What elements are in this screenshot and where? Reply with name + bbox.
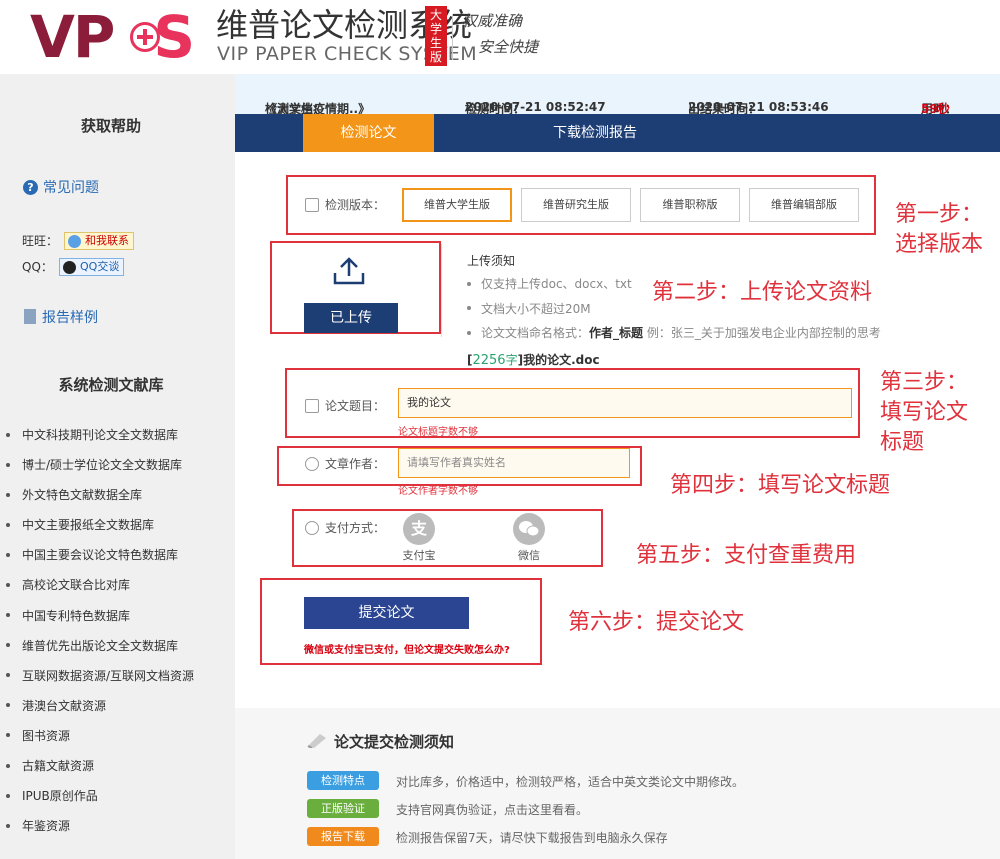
- user-icon: [305, 457, 319, 471]
- author-error: 论文作者字数不够: [398, 486, 478, 497]
- form-icon: [305, 399, 319, 413]
- database-item: 高校论文联合比对库: [6, 570, 231, 600]
- site-header: VP S 维普论文检测系统 VIP PAPER CHECK SYSTEM 大学生版…: [0, 0, 1000, 74]
- qq-label: QQ：: [22, 260, 53, 274]
- payment-failure-help-link[interactable]: 微信或支付宝已支付，但论文提交失败怎么办?: [304, 641, 510, 656]
- tag-authentic-text[interactable]: 支持官网真伪验证，点击这里看看。: [396, 801, 588, 818]
- database-item: 中国专利特色数据库: [6, 601, 231, 631]
- uploaded-file-info: [2256字]我的论文.doc: [467, 353, 600, 368]
- title-label: 论文题目：: [305, 397, 385, 414]
- alipay-icon: 支: [403, 513, 435, 545]
- edition-badge: 大学生版: [425, 6, 447, 66]
- alipay-label: 支付宝: [402, 549, 436, 562]
- report-sample-label: 报告样例: [42, 310, 98, 326]
- author-label: 文章作者：: [305, 455, 385, 472]
- wangwang-icon: [68, 235, 81, 248]
- annotation-box-step5: [292, 509, 603, 567]
- qq-button-label: QQ交谈: [80, 260, 120, 273]
- title-input[interactable]: 我的论文: [398, 388, 852, 418]
- logo-cross-icon: [130, 22, 160, 52]
- database-item: 年鉴资源: [6, 811, 231, 841]
- slogan-line-2: 安全快捷: [478, 38, 539, 56]
- version-option-undergrad[interactable]: 维普大学生版: [402, 188, 512, 222]
- step3-annotation: 第三步： 填写论文 标题: [880, 370, 969, 455]
- question-icon: ?: [23, 180, 38, 195]
- pen-icon: [307, 734, 326, 748]
- tab-download-report[interactable]: 下载检测报告: [540, 114, 650, 152]
- wechat-label: 微信: [518, 549, 540, 562]
- database-item: 图书资源: [6, 721, 231, 751]
- wangwang-button-label: 和我联系: [85, 234, 129, 247]
- wechat-option[interactable]: 微信: [508, 513, 550, 563]
- tab-check-paper[interactable]: 检测论文: [303, 114, 434, 152]
- alipay-option[interactable]: 支 支付宝: [398, 513, 440, 563]
- faq-label: 常见问题: [43, 180, 99, 196]
- database-item: 港澳台文献资源: [6, 691, 231, 721]
- qq-icon: [63, 261, 76, 274]
- submit-paper-button[interactable]: 提交论文: [304, 597, 469, 629]
- notice-item: 论文文档命名格式：作者_标题 例：张三_关于加强发电企业内部控制的思考: [467, 326, 881, 351]
- tag-download: 报告下载: [307, 827, 379, 846]
- help-title: 获取帮助: [80, 117, 141, 135]
- database-item: 互联网数据资源/互联网文档资源: [6, 661, 231, 691]
- step4-annotation: 第四步：填写论文标题: [670, 473, 891, 498]
- step6-annotation: 第六步：提交论文: [568, 610, 745, 635]
- author-input[interactable]: 请填写作者真实姓名: [398, 448, 630, 478]
- faq-link[interactable]: ? 常见问题: [23, 177, 99, 197]
- version-option-graduate[interactable]: 维普研究生版: [521, 188, 631, 222]
- version-label: 检测版本：: [305, 196, 385, 213]
- tag-download-text: 检测报告保留7天，请尽快下载报告到电脑永久保存: [396, 831, 668, 845]
- logo[interactable]: VP S: [30, 4, 195, 70]
- step1-annotation: 第一步： 选择版本: [895, 202, 984, 257]
- wangwang-contact-button[interactable]: 和我联系: [64, 232, 134, 250]
- wechat-icon: [513, 513, 545, 545]
- database-item: 中国主要会议论文特色数据库: [6, 540, 231, 570]
- step2-annotation: 第二步：上传论文资料: [652, 280, 873, 305]
- database-title: 系统检测文献库: [58, 376, 164, 394]
- database-item: 外文特色文献数据全库: [6, 480, 231, 510]
- tag-authentic: 正版验证: [307, 799, 379, 818]
- title-error: 论文标题字数不够: [398, 427, 478, 438]
- database-list: 中文科技期刊论文全文数据库 博士/硕士学位论文全文数据库 外文特色文献数据全库 …: [6, 420, 231, 841]
- database-item: IPUB原创作品: [6, 781, 231, 811]
- database-item: 中文科技期刊论文全文数据库: [6, 420, 231, 450]
- step5-annotation: 第五步：支付查重费用: [636, 543, 857, 568]
- upload-icon: [333, 257, 365, 285]
- version-option-title[interactable]: 维普职称版: [640, 188, 740, 222]
- payment-icon: [305, 521, 319, 535]
- tag-feature-text: 对比库多，价格适中，检测较严格，适合中英文类论文中期修改。: [396, 775, 745, 789]
- tag-feature: 检测特点: [307, 771, 379, 790]
- slogan-line-1: 权威准确: [462, 12, 523, 30]
- upload-button[interactable]: 已上传: [304, 303, 398, 333]
- database-item: 博士/硕士学位论文全文数据库: [6, 450, 231, 480]
- database-item: 中文主要报纸全文数据库: [6, 510, 231, 540]
- header-divider: [452, 14, 453, 60]
- database-item: 古籍文献资源: [6, 751, 231, 781]
- upload-notice-title: 上传须知: [467, 254, 516, 268]
- check-info-bar: 检测文档： 《大学生疫情期..》 检测时间： 2020-07-21 08:52:47…: [235, 74, 1000, 116]
- database-item: 维普优先出版论文全文数据库: [6, 631, 231, 661]
- version-option-editorial[interactable]: 维普编辑部版: [749, 188, 859, 222]
- qq-contact-button[interactable]: QQ交谈: [59, 258, 125, 276]
- report-sample-link[interactable]: 报告样例: [24, 307, 98, 327]
- document-icon: [24, 309, 36, 324]
- payment-label: 支付方式：: [305, 519, 385, 536]
- notice-title: 论文提交检测须知: [334, 733, 455, 751]
- wangwang-label: 旺旺：: [22, 234, 59, 248]
- checkbox-icon: [305, 198, 319, 212]
